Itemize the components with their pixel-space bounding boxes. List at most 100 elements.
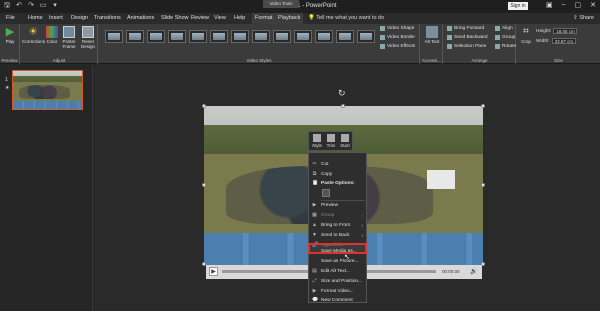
- share-button[interactable]: ⇪ Share: [573, 15, 594, 21]
- menu-item-bring-to-front[interactable]: ▲ Bring to Front ›: [309, 221, 366, 230]
- arrange-group-label: Arrange: [471, 58, 488, 63]
- video-style-5[interactable]: [189, 30, 207, 43]
- mini-toolbar: Style Trim Start: [308, 131, 353, 151]
- video-border-button[interactable]: Video Border: [380, 35, 415, 40]
- group-label: Group: [321, 213, 335, 218]
- bring-to-front-label: Bring to Front: [321, 223, 351, 228]
- sign-in-button[interactable]: Sign in: [508, 2, 528, 10]
- copy-icon: ⧉: [312, 171, 317, 177]
- menu-item-cut[interactable]: ✂ Cut: [309, 160, 366, 169]
- alt-text-label: Alt Text: [424, 39, 440, 44]
- align-button[interactable]: Align: [495, 26, 513, 31]
- title-bar: 🖫 ↶ ↷ ▭ ▾ Presentation1 - PowerPoint Vid…: [0, 0, 600, 13]
- size-group-label: Size: [554, 58, 563, 63]
- copy-label: Copy: [321, 172, 333, 177]
- close-icon[interactable]: ✕: [590, 1, 596, 9]
- poster-frame-label: Poster Frame: [62, 39, 76, 49]
- menu-item-save-as-picture[interactable]: Save as Picture...: [309, 257, 366, 266]
- mini-start-label: Start: [340, 143, 350, 148]
- ribbon-display-icon[interactable]: ▣: [546, 1, 553, 9]
- video-style-6[interactable]: [210, 30, 228, 43]
- resize-handle-tl[interactable]: [202, 104, 206, 108]
- rotate-button[interactable]: Rotate: [495, 44, 516, 49]
- tab-review[interactable]: Review: [191, 15, 209, 21]
- paste-keep-source-icon[interactable]: [322, 189, 330, 197]
- tab-insert[interactable]: Insert: [49, 15, 63, 21]
- menu-item-preview[interactable]: ▶ Preview: [309, 201, 366, 210]
- crop-button[interactable]: ⌗ Crop: [519, 26, 533, 44]
- ribbon: ▶ Play Preview ☀ Corrections Color Poste…: [0, 24, 600, 64]
- video-style-11[interactable]: [315, 30, 333, 43]
- volume-icon[interactable]: 🔊: [470, 268, 477, 275]
- send-backward-button[interactable]: Send Backward: [447, 35, 488, 40]
- corrections-button[interactable]: ☀ Corrections: [22, 26, 46, 44]
- slide-thumbnails-pane: 1 ★: [0, 65, 93, 311]
- video-style-9[interactable]: [273, 30, 291, 43]
- height-input[interactable]: 18.05 cm: [553, 28, 578, 34]
- video-shape-button[interactable]: Video Shape: [380, 26, 414, 31]
- play-button[interactable]: ▶ Play: [2, 26, 18, 44]
- slide-thumbnail-1[interactable]: [12, 70, 83, 110]
- submenu-arrow-icon: ›: [361, 223, 364, 228]
- menu-item-copy[interactable]: ⧉ Copy: [309, 170, 366, 179]
- resize-handle-ml[interactable]: [202, 183, 206, 187]
- rotate-handle-icon[interactable]: ↻: [338, 88, 346, 99]
- video-style-8[interactable]: [252, 30, 270, 43]
- mini-style-button[interactable]: Style: [310, 133, 324, 148]
- send-to-back-icon: ▼: [312, 232, 317, 238]
- video-style-3[interactable]: [147, 30, 165, 43]
- menu-item-send-to-back[interactable]: ▼ Send to Back ›: [309, 231, 366, 240]
- resize-handle-tr[interactable]: [481, 104, 485, 108]
- tab-playback[interactable]: Playback: [275, 13, 304, 24]
- video-border-icon: [380, 35, 385, 40]
- video-play-icon[interactable]: ▶: [209, 267, 218, 276]
- group-button[interactable]: Group: [495, 35, 515, 40]
- save-media-highlight: [308, 243, 367, 254]
- tab-transitions[interactable]: Transitions: [94, 15, 121, 21]
- video-style-4[interactable]: [168, 30, 186, 43]
- poster-frame-button[interactable]: Poster Frame: [60, 26, 78, 49]
- alt-text-button[interactable]: Alt Text: [423, 26, 441, 44]
- group-icon: [495, 35, 500, 40]
- resize-handle-tc[interactable]: [341, 104, 345, 108]
- corrections-label: Corrections: [22, 39, 46, 44]
- maximize-icon[interactable]: ▢: [575, 1, 582, 9]
- tab-format[interactable]: Format: [252, 13, 276, 24]
- mini-trim-button[interactable]: Trim: [324, 133, 338, 148]
- tab-design[interactable]: Design: [71, 15, 88, 21]
- menu-item-format-video[interactable]: ▶ Format Video...: [309, 287, 366, 296]
- context-menu: ✂ Cut ⧉ Copy 📋 Paste Options: ▶ Preview ▦ Gro…: [308, 152, 367, 303]
- selection-pane-button[interactable]: Selection Pane: [447, 44, 486, 49]
- tab-slide-show[interactable]: Slide Show: [161, 15, 189, 21]
- tell-me-search[interactable]: 💡 Tell me what you want to do: [308, 15, 384, 21]
- mini-start-button[interactable]: Start: [338, 133, 352, 148]
- minimize-icon[interactable]: –: [562, 1, 566, 9]
- menu-item-new-comment[interactable]: 💬 New Comment: [309, 296, 366, 305]
- video-style-12[interactable]: [336, 30, 354, 43]
- video-effects-button[interactable]: Video Effects: [380, 44, 415, 49]
- video-style-2[interactable]: [126, 30, 144, 43]
- preview-icon: ▶: [312, 202, 317, 208]
- size-position-icon: ⤢: [312, 278, 317, 284]
- tab-help[interactable]: Help: [234, 15, 245, 21]
- comment-icon: 💬: [312, 297, 319, 303]
- menu-item-edit-alt-text[interactable]: ▤ Edit Alt Text...: [309, 267, 366, 276]
- reset-design-button[interactable]: Reset Design: [79, 26, 97, 49]
- bring-forward-button[interactable]: Bring Forward: [447, 26, 484, 31]
- resize-handle-mr[interactable]: [481, 183, 485, 187]
- menu-item-size-and-position[interactable]: ⤢ Size and Position...: [309, 277, 366, 286]
- color-button[interactable]: Color: [45, 26, 59, 44]
- video-style-1[interactable]: [105, 30, 123, 43]
- video-style-13[interactable]: [357, 30, 375, 43]
- width-label: Width:: [536, 38, 550, 44]
- video-style-7[interactable]: [231, 30, 249, 43]
- width-input[interactable]: 33.87 cm: [551, 38, 576, 44]
- video-shape-label: Video Shape: [387, 26, 415, 31]
- tab-animations[interactable]: Animations: [127, 15, 154, 21]
- tab-file[interactable]: File: [6, 15, 15, 21]
- tab-view[interactable]: View: [214, 15, 226, 21]
- video-style-10[interactable]: [294, 30, 312, 43]
- video-tools-label: Video Tools: [263, 0, 299, 8]
- video-styles-group-label: Video Styles: [246, 58, 272, 63]
- tab-home[interactable]: Home: [28, 15, 43, 21]
